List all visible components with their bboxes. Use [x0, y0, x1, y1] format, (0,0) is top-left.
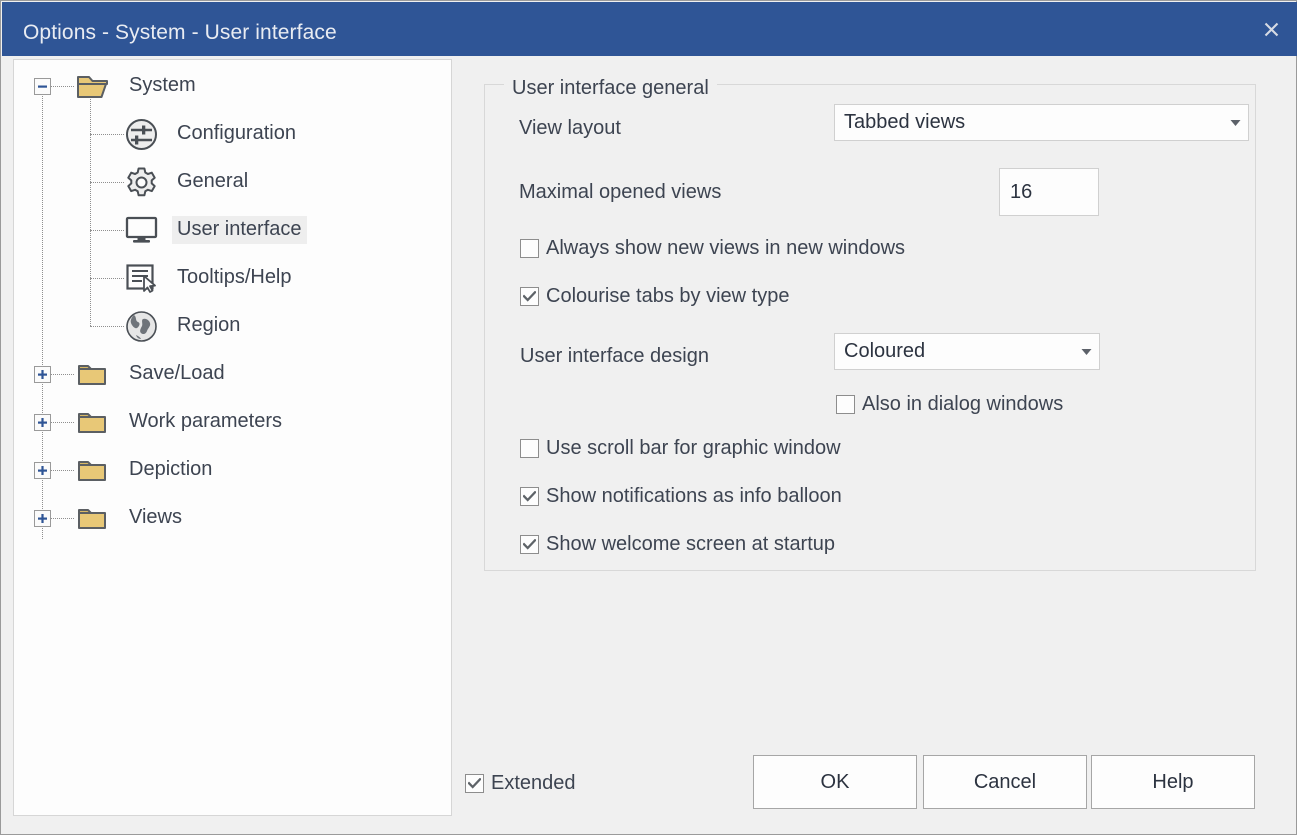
checkbox-box [520, 487, 539, 506]
use-scroll-bar-label: Use scroll bar for graphic window [546, 437, 841, 459]
window-title: Options - System - User interface [23, 21, 337, 44]
ok-button[interactable]: OK [753, 755, 917, 809]
tree-expander-system[interactable] [34, 78, 51, 95]
chevron-down-icon [1073, 348, 1099, 356]
tree-label: Tooltips/Help [177, 266, 292, 288]
sidebar-item-general[interactable]: General [172, 158, 253, 206]
gear-icon [124, 166, 158, 198]
show-notifications-checkbox[interactable]: Show notifications as info balloon [520, 485, 842, 508]
plus-icon [38, 466, 47, 475]
maximal-opened-views-label: Maximal opened views [519, 181, 722, 203]
tree-label: Work parameters [129, 410, 283, 432]
group-title: User interface general [504, 77, 717, 100]
folder-icon [76, 456, 110, 484]
sliders-icon [124, 118, 158, 150]
tree-label: Save/Load [129, 362, 225, 384]
ui-design-value: Coloured [844, 340, 926, 362]
globe-icon [124, 310, 158, 342]
show-welcome-checkbox[interactable]: Show welcome screen at startup [520, 533, 835, 556]
close-button[interactable] [1245, 2, 1297, 56]
view-layout-value: Tabbed views [844, 111, 966, 133]
checkbox-box [520, 535, 539, 554]
tree-connector [90, 134, 124, 135]
colourise-tabs-checkbox[interactable]: Colourise tabs by view type [520, 285, 789, 308]
tree-label: System [129, 74, 196, 96]
colourise-tabs-label: Colourise tabs by view type [546, 285, 790, 307]
also-dialog-windows-checkbox[interactable]: Also in dialog windows [836, 393, 1063, 416]
checkbox-box [520, 439, 539, 458]
plus-icon [38, 514, 47, 523]
ui-design-select[interactable]: Coloured [834, 333, 1100, 370]
chevron-down-icon [1222, 119, 1248, 127]
sidebar-item-system[interactable]: System [124, 62, 201, 110]
also-dialog-windows-label: Also in dialog windows [862, 393, 1064, 415]
tree-branch-line [90, 94, 91, 326]
use-scroll-bar-checkbox[interactable]: Use scroll bar for graphic window [520, 437, 841, 460]
tree-connector [90, 326, 124, 327]
view-layout-label: View layout [519, 117, 621, 139]
folder-icon [76, 360, 110, 388]
options-dialog: Options - System - User interface System… [0, 0, 1297, 835]
sidebar-item-region[interactable]: Region [172, 302, 245, 350]
sidebar-item-views[interactable]: Views [124, 494, 187, 542]
settings-tree[interactable]: System Configuration General User interf… [13, 59, 452, 816]
tooltip-icon [124, 262, 158, 294]
tree-label: Views [129, 506, 182, 528]
sidebar-item-tooltips-help[interactable]: Tooltips/Help [172, 254, 297, 302]
always-new-windows-label: Always show new views in new windows [546, 237, 906, 259]
check-icon [523, 539, 536, 550]
checkbox-box [836, 395, 855, 414]
tree-label: User interface [172, 216, 307, 244]
monitor-icon [124, 214, 158, 246]
sidebar-item-depiction[interactable]: Depiction [124, 446, 217, 494]
checkbox-box [520, 239, 539, 258]
tree-connector [90, 278, 124, 279]
ui-design-label: User interface design [520, 345, 709, 367]
tree-label: Depiction [129, 458, 213, 480]
show-welcome-label: Show welcome screen at startup [546, 533, 836, 555]
extended-checkbox[interactable]: Extended [465, 772, 576, 795]
tree-label: Configuration [177, 122, 296, 144]
tree-expander-work-parameters[interactable] [34, 414, 51, 431]
tree-label: Region [177, 314, 241, 336]
tree-expander-depiction[interactable] [34, 462, 51, 479]
plus-icon [38, 418, 47, 427]
checkbox-box [465, 774, 484, 793]
tree-expander-views[interactable] [34, 510, 51, 527]
plus-icon [38, 370, 47, 379]
check-icon [468, 778, 481, 789]
title-bar: Options - System - User interface [2, 2, 1297, 56]
sidebar-item-save-load[interactable]: Save/Load [124, 350, 230, 398]
close-icon [1264, 22, 1278, 36]
tree-connector [90, 230, 124, 231]
folder-icon [76, 408, 110, 436]
always-new-windows-checkbox[interactable]: Always show new views in new windows [520, 237, 905, 260]
cancel-button[interactable]: Cancel [923, 755, 1087, 809]
tree-label: General [177, 170, 249, 192]
folder-open-icon [76, 72, 110, 100]
view-layout-select[interactable]: Tabbed views [834, 104, 1249, 141]
checkbox-box [520, 287, 539, 306]
extended-label: Extended [491, 772, 576, 794]
sidebar-item-work-parameters[interactable]: Work parameters [124, 398, 287, 446]
sidebar-item-configuration[interactable]: Configuration [172, 110, 301, 158]
show-notifications-label: Show notifications as info balloon [546, 485, 842, 507]
tree-expander-save-load[interactable] [34, 366, 51, 383]
check-icon [523, 491, 536, 502]
sidebar-item-user-interface[interactable]: User interface [172, 206, 307, 254]
minus-icon [38, 85, 47, 88]
folder-icon [76, 504, 110, 532]
tree-connector [90, 182, 124, 183]
help-button[interactable]: Help [1091, 755, 1255, 809]
maximal-opened-views-input[interactable]: 16 [999, 168, 1099, 216]
check-icon [523, 291, 536, 302]
